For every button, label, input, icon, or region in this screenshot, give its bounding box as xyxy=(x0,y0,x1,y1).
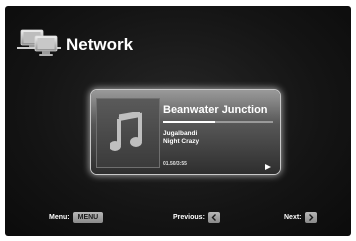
tv-screen: Network Beanwater Junction Jugalbandi Ni… xyxy=(5,6,351,236)
track-title: Beanwater Junction xyxy=(163,104,268,116)
control-bar: Menu: MENU Previous: Next: xyxy=(5,210,351,224)
menu-label: Menu: xyxy=(49,213,70,221)
artist-name: Jugalbandi xyxy=(163,130,198,137)
now-playing-card[interactable]: Beanwater Junction Jugalbandi Night Craz… xyxy=(91,90,280,174)
album-name: Night Crazy xyxy=(163,138,200,145)
progress-bar xyxy=(163,121,273,123)
network-computers-icon xyxy=(15,28,63,58)
page-title: Network xyxy=(66,35,134,54)
previous-label: Previous: xyxy=(173,213,205,221)
play-icon xyxy=(265,157,271,174)
chevron-right-icon xyxy=(308,213,314,221)
progress-fill xyxy=(163,121,215,123)
menu-control: Menu: MENU xyxy=(49,210,104,224)
music-note-icon xyxy=(110,112,142,151)
previous-control: Previous: xyxy=(173,210,220,224)
next-label: Next: xyxy=(284,213,302,221)
next-control: Next: xyxy=(284,210,317,224)
menu-button[interactable]: MENU xyxy=(72,211,104,223)
chevron-left-icon xyxy=(211,213,216,221)
previous-button[interactable] xyxy=(207,211,220,223)
track-time: 01.50/3:55 xyxy=(163,161,187,167)
next-button[interactable] xyxy=(304,211,317,223)
album-art xyxy=(96,98,160,168)
